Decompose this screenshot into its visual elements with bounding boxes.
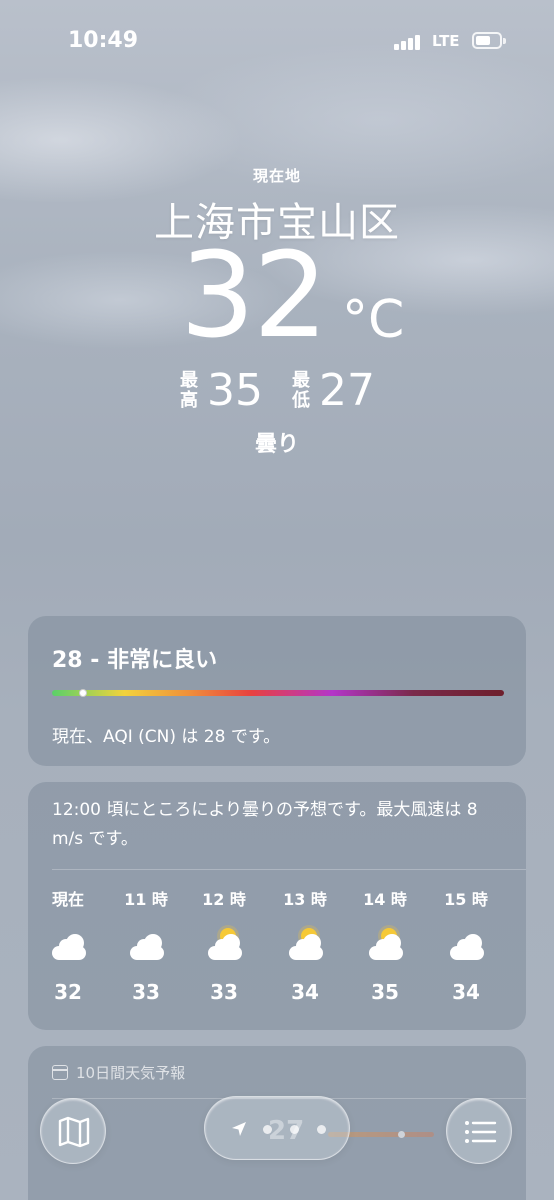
status-bar: 10:49 LTE (0, 0, 554, 80)
cloud-icon (436, 930, 496, 970)
hourly-item: 14 時 35 (355, 886, 415, 1004)
battery-icon (472, 32, 506, 49)
current-temperature: 32 (180, 226, 328, 364)
partly-sunny-icon (275, 928, 335, 970)
aqi-indicator (79, 689, 87, 697)
current-weather: 現在地 上海市宝山区 32 °C 最高 35 最低 27 曇り (0, 165, 554, 458)
hourly-item: 現在 32 (38, 886, 98, 1004)
signal-icon (394, 34, 422, 50)
hour-temp: 32 (54, 980, 82, 1004)
hour-label: 現在 (51, 890, 84, 909)
page-dot (317, 1125, 326, 1134)
hour-label: 11 時 (124, 890, 168, 909)
divider (52, 869, 526, 870)
hourly-item: 15 時 34 (436, 886, 496, 1004)
hour-label: 13 時 (283, 890, 327, 909)
network-label: LTE (432, 32, 460, 50)
high-low: 最高 35 最低 27 (0, 365, 554, 416)
status-time: 10:49 (68, 28, 139, 53)
cloud-icon (38, 930, 98, 970)
condition-text: 曇り (254, 432, 299, 457)
location-arrow-icon (232, 1122, 246, 1136)
temperature-unit: °C (342, 290, 405, 350)
hour-temp: 35 (371, 980, 399, 1004)
high-temp: 35 (207, 365, 263, 416)
hour-temp: 34 (452, 980, 480, 1004)
page-indicator[interactable] (204, 1096, 350, 1160)
partly-sunny-icon (355, 928, 415, 970)
list-button[interactable] (446, 1098, 512, 1164)
hour-temp: 34 (291, 980, 319, 1004)
hour-temp: 33 (132, 980, 160, 1004)
low-temp: 27 (319, 365, 375, 416)
hourly-list[interactable]: 現在 32 11 時 33 12 時 33 13 時 34 14 時 35 15 時 34 (28, 886, 526, 1016)
hourly-summary: 12:00 頃にところにより曇りの予想です。最大風速は 8 m/s です。 (52, 800, 478, 849)
location-label: 現在地 (252, 167, 301, 185)
list-icon (465, 1121, 497, 1143)
aqi-title: 28 - 非常に良い (52, 648, 218, 673)
hourly-item: 11 時 33 (116, 886, 176, 1004)
ten-day-header: 10日間天気予報 (52, 1062, 185, 1083)
aqi-description: 現在、AQI (CN) は 28 です。 (52, 727, 281, 747)
aqi-scale-bar (52, 689, 504, 697)
high-label: 最高 (180, 369, 198, 411)
map-icon (58, 1116, 90, 1148)
hourly-forecast-card[interactable]: 12:00 頃にところにより曇りの予想です。最大風速は 8 m/s です。 現在… (28, 782, 526, 1030)
partly-sunny-icon (194, 928, 254, 970)
hourly-item: 12 時 33 (194, 886, 254, 1004)
hour-label: 12 時 (202, 890, 246, 909)
page-dot (290, 1125, 299, 1134)
ten-day-title: 10日間天気予報 (76, 1064, 186, 1082)
hour-label: 14 時 (363, 890, 407, 909)
hourly-item: 13 時 34 (275, 886, 335, 1004)
hour-label: 15 時 (444, 890, 488, 909)
calendar-icon (52, 1065, 68, 1080)
bottom-toolbar (0, 1090, 554, 1170)
cloud-icon (116, 930, 176, 970)
hour-temp: 33 (210, 980, 238, 1004)
map-button[interactable] (40, 1098, 106, 1164)
low-label: 最低 (292, 369, 310, 411)
air-quality-card[interactable]: 28 - 非常に良い 現在、AQI (CN) は 28 です。 (28, 616, 526, 766)
page-dot (263, 1125, 272, 1134)
